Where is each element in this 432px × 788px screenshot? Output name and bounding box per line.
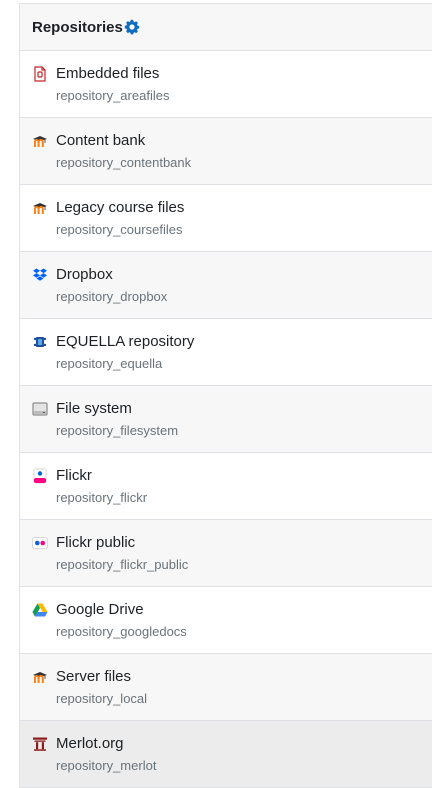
- page-title: Repositories: [32, 18, 123, 36]
- panel-header: Repositories: [20, 4, 432, 51]
- repository-name: Embedded files: [56, 65, 160, 82]
- repository-name: File system: [56, 400, 132, 417]
- repository-name: EQUELLA repository: [56, 333, 195, 350]
- flickr-public-icon: [32, 535, 48, 551]
- merlot-icon: [32, 736, 48, 752]
- repository-plugin: repository_coursefiles: [56, 222, 183, 237]
- repository-item-server-files[interactable]: Server files repository_local: [20, 654, 432, 721]
- repository-plugin: repository_googledocs: [56, 624, 187, 639]
- repository-item-dropbox[interactable]: Dropbox repository_dropbox: [20, 252, 432, 319]
- dropbox-icon: [32, 267, 48, 283]
- repository-item-merlot[interactable]: Merlot.org repository_merlot: [20, 721, 432, 788]
- repository-item-google-drive[interactable]: Google Drive repository_googledocs: [20, 587, 432, 654]
- repository-name: Dropbox: [56, 266, 113, 283]
- drive-icon: [32, 401, 48, 417]
- moodle-icon: [32, 133, 48, 149]
- repository-plugin: repository_contentbank: [56, 155, 192, 170]
- repository-name: Legacy course files: [56, 199, 185, 216]
- repository-plugin: repository_flickr: [56, 490, 148, 505]
- google-drive-icon: [32, 602, 48, 618]
- repository-name: Flickr: [56, 467, 92, 484]
- repository-name: Merlot.org: [56, 735, 124, 752]
- repository-item-content-bank[interactable]: Content bank repository_contentbank: [20, 118, 432, 185]
- embedded-files-icon: [32, 66, 48, 82]
- repository-item-embedded-files[interactable]: Embedded files repository_areafiles: [20, 51, 432, 118]
- repository-name: Flickr public: [56, 534, 136, 551]
- repository-plugin: repository_equella: [56, 356, 163, 371]
- moodle-icon: [32, 669, 48, 685]
- repository-item-flickr[interactable]: Flickr repository_flickr: [20, 453, 432, 520]
- repositories-panel: Repositories Embedded files repository_a…: [19, 3, 432, 788]
- equella-icon: [32, 334, 48, 350]
- repository-plugin: repository_areafiles: [56, 88, 170, 103]
- repository-item-file-system[interactable]: File system repository_filesystem: [20, 386, 432, 453]
- repository-item-equella[interactable]: EQUELLA repository repository_equella: [20, 319, 432, 386]
- moodle-icon: [32, 200, 48, 216]
- repository-plugin: repository_flickr_public: [56, 557, 189, 572]
- repository-item-flickr-public[interactable]: Flickr public repository_flickr_public: [20, 520, 432, 587]
- gear-icon[interactable]: [124, 19, 140, 35]
- repository-item-legacy-course-files[interactable]: Legacy course files repository_coursefil…: [20, 185, 432, 252]
- flickr-icon: [32, 468, 48, 484]
- repository-plugin: repository_merlot: [56, 758, 157, 773]
- repository-plugin: repository_local: [56, 691, 148, 706]
- repository-name: Google Drive: [56, 601, 144, 618]
- repository-name: Server files: [56, 668, 132, 685]
- repository-plugin: repository_filesystem: [56, 423, 179, 438]
- repository-name: Content bank: [56, 132, 146, 149]
- repository-plugin: repository_dropbox: [56, 289, 168, 304]
